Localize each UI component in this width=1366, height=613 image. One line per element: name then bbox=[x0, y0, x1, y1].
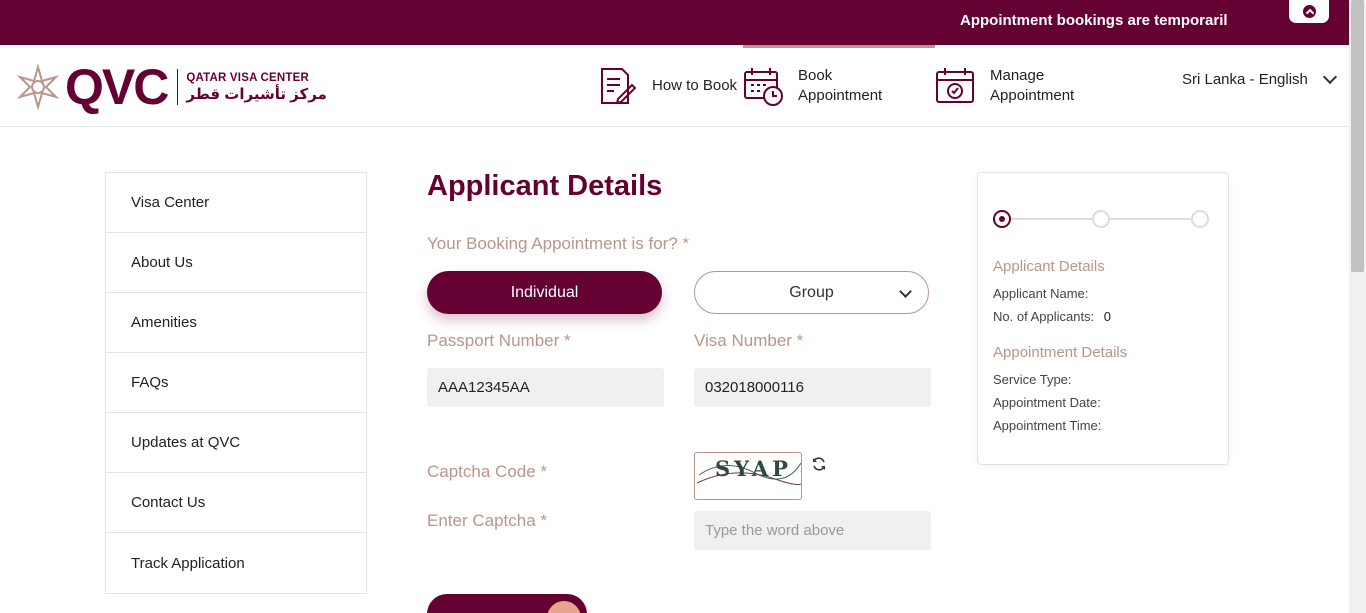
sidebar-item-faqs[interactable]: FAQs bbox=[106, 353, 366, 413]
nav-label: Manage Appointment bbox=[990, 67, 1075, 104]
captcha-text: SYAP bbox=[715, 456, 792, 481]
step-connector bbox=[1011, 218, 1093, 220]
enter-captcha-label: Enter Captcha * bbox=[427, 511, 548, 530]
appointment-details-heading: Appointment Details bbox=[993, 344, 1128, 361]
chevron-down-icon bbox=[899, 285, 912, 298]
group-dropdown[interactable]: Group bbox=[694, 271, 929, 314]
logo-name-english: QATAR VISA CENTER bbox=[186, 71, 310, 84]
group-label: Group bbox=[789, 283, 834, 301]
nav-book-appointment[interactable]: Book Appointment bbox=[742, 45, 908, 127]
chevron-up-icon bbox=[1302, 5, 1316, 18]
applicants-count-row: No. of Applicants: 0 bbox=[993, 309, 1111, 324]
sidebar-item-track-application[interactable]: Track Application bbox=[106, 533, 366, 593]
site-header: QVC QATAR VISA CENTER مركز تأشيرات قطر H… bbox=[0, 45, 1349, 127]
sidebar-item-updates[interactable]: Updates at QVC bbox=[106, 413, 366, 473]
refresh-icon[interactable] bbox=[811, 456, 827, 472]
applicant-name-label: Applicant Name: bbox=[993, 286, 1089, 301]
captcha-code-label: Captcha Code * bbox=[427, 462, 548, 481]
passport-label: Passport Number * bbox=[427, 331, 571, 350]
step-connector bbox=[1109, 218, 1191, 220]
announcement-bar: Appointment bookings are temporaril bbox=[0, 0, 1349, 45]
progress-steps bbox=[993, 209, 1209, 229]
page-scrollbar[interactable] bbox=[1349, 0, 1366, 613]
calendar-clock-icon bbox=[744, 68, 783, 106]
step-3-indicator bbox=[1191, 210, 1209, 228]
scrollbar-thumb[interactable] bbox=[1351, 0, 1364, 272]
arrow-circle-icon bbox=[547, 601, 581, 613]
sidebar-item-about-us[interactable]: About Us bbox=[106, 233, 366, 293]
applicant-details-heading: Applicant Details bbox=[993, 258, 1105, 275]
logo-divider bbox=[177, 69, 179, 105]
individual-button[interactable]: Individual bbox=[427, 271, 662, 314]
scroll-to-top-button[interactable] bbox=[1289, 0, 1329, 23]
logo-name-arabic: مركز تأشيرات قطر bbox=[186, 85, 327, 103]
sidebar-item-contact-us[interactable]: Contact Us bbox=[106, 473, 366, 533]
qvc-logo[interactable]: QVC QATAR VISA CENTER مركز تأشيرات قطر bbox=[15, 62, 327, 112]
submit-button[interactable] bbox=[427, 594, 587, 613]
visa-label: Visa Number * bbox=[694, 331, 804, 350]
language-label: Sri Lanka - English bbox=[1182, 71, 1308, 88]
applicant-name-row: Applicant Name: bbox=[993, 286, 1088, 301]
visa-number-input[interactable] bbox=[694, 368, 931, 407]
applicants-count-label: No. of Applicants: bbox=[993, 309, 1095, 324]
logo-names: QATAR VISA CENTER مركز تأشيرات قطر bbox=[186, 72, 326, 103]
nav-manage-appointment[interactable]: Manage Appointment bbox=[934, 45, 1100, 127]
sidebar-menu: Visa Center About Us Amenities FAQs Upda… bbox=[105, 172, 367, 594]
language-selector[interactable]: Sri Lanka - English bbox=[1182, 69, 1337, 88]
booking-summary-card: Applicant Details Applicant Name: No. of… bbox=[977, 172, 1229, 465]
step-2-indicator bbox=[1092, 210, 1110, 228]
document-pen-icon bbox=[601, 68, 637, 105]
announcement-ticker: Appointment bookings are temporaril bbox=[960, 12, 1228, 29]
sidebar-item-amenities[interactable]: Amenities bbox=[106, 293, 366, 353]
star-emblem-icon bbox=[16, 64, 60, 110]
nav-how-to-book[interactable]: How to Book bbox=[596, 45, 762, 127]
appointment-date-label: Appointment Date: bbox=[993, 395, 1101, 410]
chevron-down-icon bbox=[1322, 69, 1337, 85]
captcha-input[interactable] bbox=[694, 511, 931, 550]
step-1-indicator bbox=[993, 210, 1011, 228]
applicants-count-value: 0 bbox=[1103, 309, 1112, 324]
calendar-check-icon bbox=[936, 68, 974, 103]
service-type-label: Service Type: bbox=[993, 372, 1072, 387]
sidebar-item-visa-center[interactable]: Visa Center bbox=[106, 173, 366, 233]
appointment-time-label: Appointment Time: bbox=[993, 418, 1102, 433]
page-title: Applicant Details bbox=[427, 170, 663, 202]
booking-for-label: Your Booking Appointment is for? * bbox=[427, 234, 690, 253]
passport-number-input[interactable] bbox=[427, 368, 664, 407]
logo-wordmark: QVC bbox=[65, 59, 169, 115]
captcha-image: SYAP bbox=[694, 452, 802, 500]
nav-label: Book Appointment bbox=[798, 67, 883, 104]
